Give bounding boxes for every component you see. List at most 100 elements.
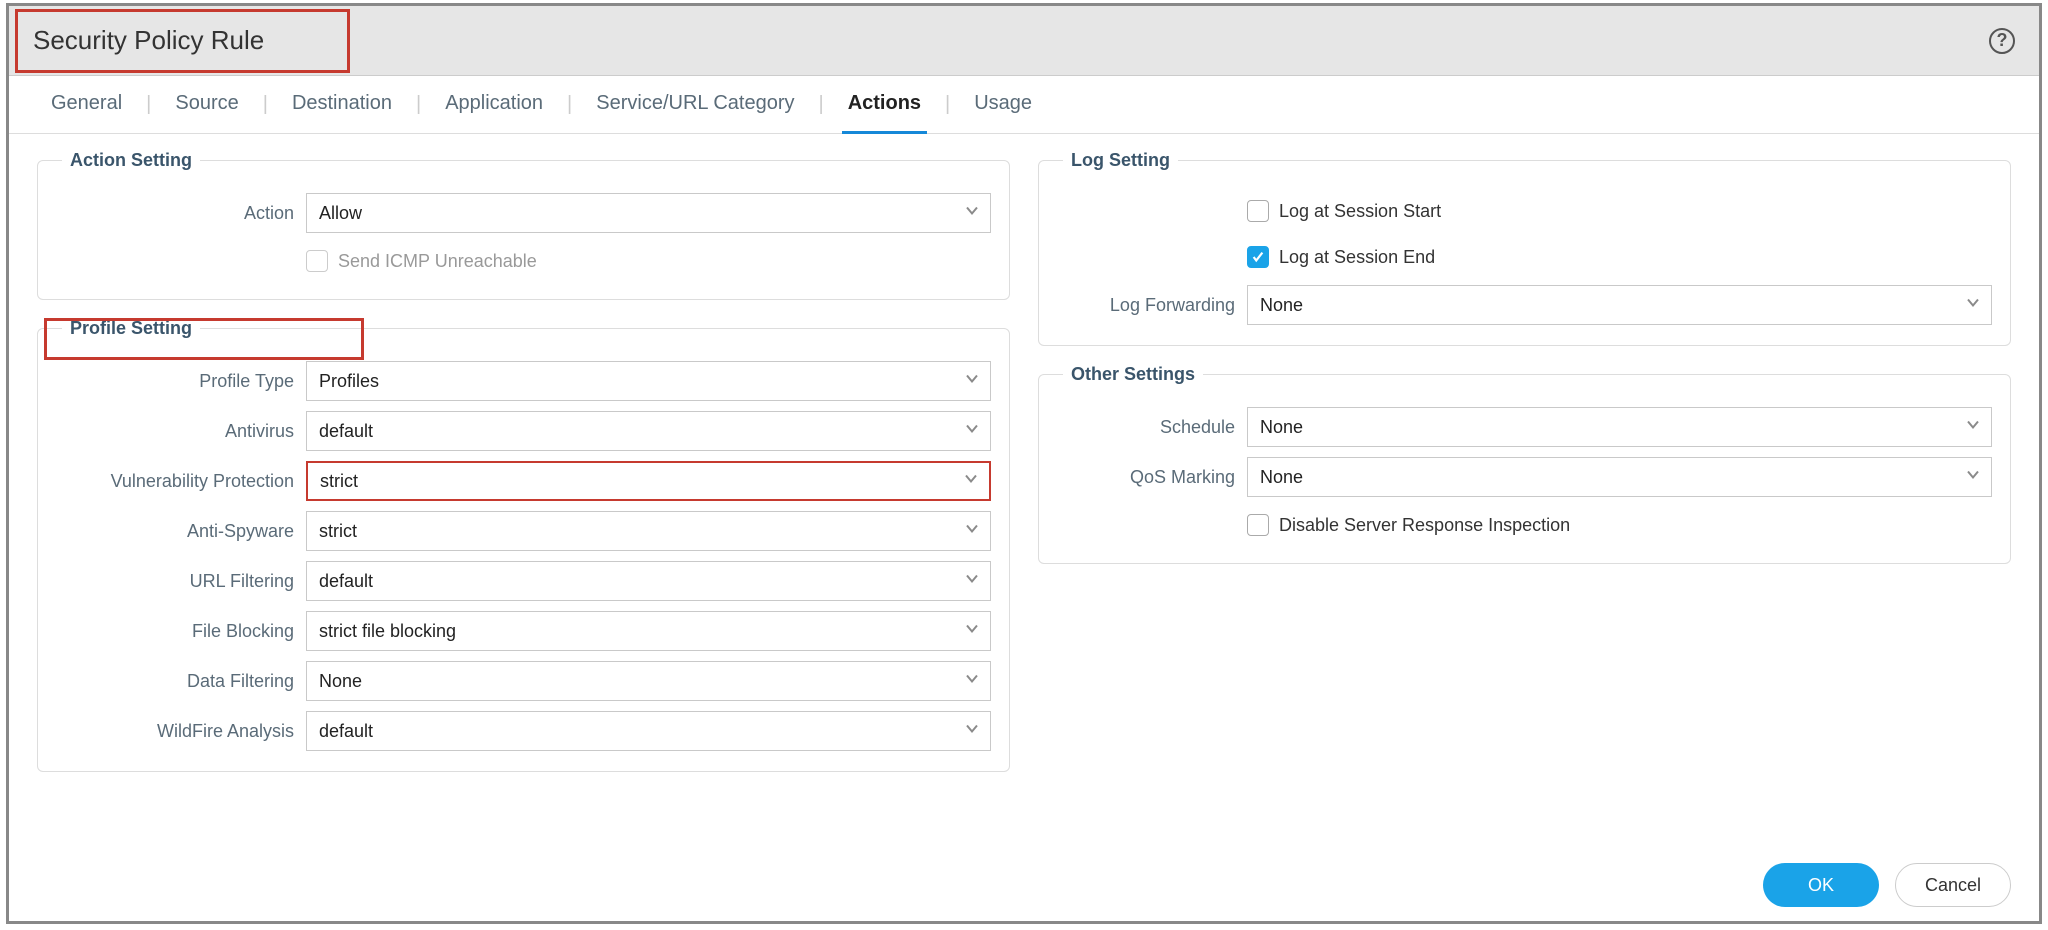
chevron-down-icon (964, 371, 980, 392)
log-forwarding-value: None (1260, 295, 1303, 316)
log-forwarding-label: Log Forwarding (1057, 295, 1247, 316)
chevron-down-icon (1965, 295, 1981, 316)
profile-setting-legend: Profile Setting (62, 318, 200, 339)
tab-label: Application (445, 92, 543, 115)
tab-general[interactable]: General (45, 76, 128, 134)
url-filtering-label: URL Filtering (56, 571, 306, 592)
antivirus-label: Antivirus (56, 421, 306, 442)
left-column: Action Setting Action Allow (37, 150, 1010, 849)
tab-separator: | (398, 93, 439, 116)
tab-label: General (51, 92, 122, 115)
profile-setting-group: Profile Setting Profile Type Profiles An… (37, 318, 1010, 772)
tab-separator: | (549, 93, 590, 116)
action-setting-group: Action Setting Action Allow (37, 150, 1010, 300)
tab-label: Actions (848, 92, 921, 115)
antivirus-value: default (319, 421, 373, 442)
tab-bar: General | Source | Destination | Applica… (9, 76, 2039, 134)
chevron-down-icon (1965, 467, 1981, 488)
dialog-footer: OK Cancel (9, 849, 2039, 921)
log-start-label: Log at Session Start (1279, 201, 1441, 222)
tab-service-url[interactable]: Service/URL Category (590, 76, 800, 134)
action-label: Action (56, 203, 306, 224)
qos-select[interactable]: None (1247, 457, 1992, 497)
file-blocking-value: strict file blocking (319, 621, 456, 642)
tab-source[interactable]: Source (169, 76, 244, 134)
url-filtering-select[interactable]: default (306, 561, 991, 601)
tab-label: Usage (974, 92, 1032, 115)
chevron-down-icon (1965, 417, 1981, 438)
tab-label: Source (175, 92, 238, 115)
data-filtering-label: Data Filtering (56, 671, 306, 692)
tab-separator: | (927, 93, 968, 116)
log-end-row[interactable]: Log at Session End (1247, 239, 1992, 275)
chevron-down-icon (964, 721, 980, 742)
antivirus-select[interactable]: default (306, 411, 991, 451)
cancel-button[interactable]: Cancel (1895, 863, 2011, 907)
action-value: Allow (319, 203, 362, 224)
send-icmp-checkbox (306, 250, 328, 272)
dsri-checkbox[interactable] (1247, 514, 1269, 536)
tab-label: Destination (292, 92, 392, 115)
schedule-label: Schedule (1057, 417, 1247, 438)
send-icmp-label: Send ICMP Unreachable (338, 251, 537, 272)
tab-destination[interactable]: Destination (286, 76, 398, 134)
log-start-checkbox[interactable] (1247, 200, 1269, 222)
action-select[interactable]: Allow (306, 193, 991, 233)
chevron-down-icon (964, 671, 980, 692)
dsri-row[interactable]: Disable Server Response Inspection (1247, 507, 1992, 543)
antispyware-value: strict (319, 521, 357, 542)
tab-separator: | (800, 93, 841, 116)
help-icon[interactable]: ? (1989, 28, 2015, 54)
action-setting-legend: Action Setting (62, 150, 200, 171)
dialog-titlebar: Security Policy Rule ? (9, 6, 2039, 76)
tab-actions[interactable]: Actions (842, 76, 927, 134)
qos-value: None (1260, 467, 1303, 488)
dialog-content: Action Setting Action Allow (9, 134, 2039, 849)
qos-label: QoS Marking (1057, 467, 1247, 488)
url-filtering-value: default (319, 571, 373, 592)
antispyware-select[interactable]: strict (306, 511, 991, 551)
file-blocking-label: File Blocking (56, 621, 306, 642)
log-setting-legend: Log Setting (1063, 150, 1178, 171)
cancel-button-label: Cancel (1925, 875, 1981, 896)
chevron-down-icon (963, 471, 979, 492)
chevron-down-icon (964, 621, 980, 642)
tab-label: Service/URL Category (596, 92, 794, 115)
profile-type-value: Profiles (319, 371, 379, 392)
dsri-label: Disable Server Response Inspection (1279, 515, 1570, 536)
chevron-down-icon (964, 571, 980, 592)
data-filtering-select[interactable]: None (306, 661, 991, 701)
log-start-row[interactable]: Log at Session Start (1247, 193, 1992, 229)
dialog-title: Security Policy Rule (33, 25, 264, 56)
wildfire-value: default (319, 721, 373, 742)
tab-separator: | (128, 93, 169, 116)
log-end-label: Log at Session End (1279, 247, 1435, 268)
vuln-protection-label: Vulnerability Protection (56, 471, 306, 492)
chevron-down-icon (964, 521, 980, 542)
wildfire-select[interactable]: default (306, 711, 991, 751)
tab-application[interactable]: Application (439, 76, 549, 134)
ok-button[interactable]: OK (1763, 863, 1879, 907)
log-end-checkbox[interactable] (1247, 246, 1269, 268)
other-settings-group: Other Settings Schedule None QoS Marking… (1038, 364, 2011, 564)
other-settings-legend: Other Settings (1063, 364, 1203, 385)
vuln-protection-value: strict (320, 471, 358, 492)
right-column: Log Setting Log at Session Start (1038, 150, 2011, 849)
profile-type-select[interactable]: Profiles (306, 361, 991, 401)
log-forwarding-select[interactable]: None (1247, 285, 1992, 325)
file-blocking-select[interactable]: strict file blocking (306, 611, 991, 651)
vuln-protection-select[interactable]: strict (306, 461, 991, 501)
profile-type-label: Profile Type (56, 371, 306, 392)
tab-usage[interactable]: Usage (968, 76, 1038, 134)
security-policy-rule-dialog: Security Policy Rule ? General | Source … (6, 3, 2042, 924)
data-filtering-value: None (319, 671, 362, 692)
chevron-down-icon (964, 203, 980, 224)
wildfire-label: WildFire Analysis (56, 721, 306, 742)
schedule-value: None (1260, 417, 1303, 438)
antispyware-label: Anti-Spyware (56, 521, 306, 542)
schedule-select[interactable]: None (1247, 407, 1992, 447)
ok-button-label: OK (1808, 875, 1834, 896)
log-setting-group: Log Setting Log at Session Start (1038, 150, 2011, 346)
tab-separator: | (245, 93, 286, 116)
send-icmp-checkbox-row: Send ICMP Unreachable (306, 243, 991, 279)
